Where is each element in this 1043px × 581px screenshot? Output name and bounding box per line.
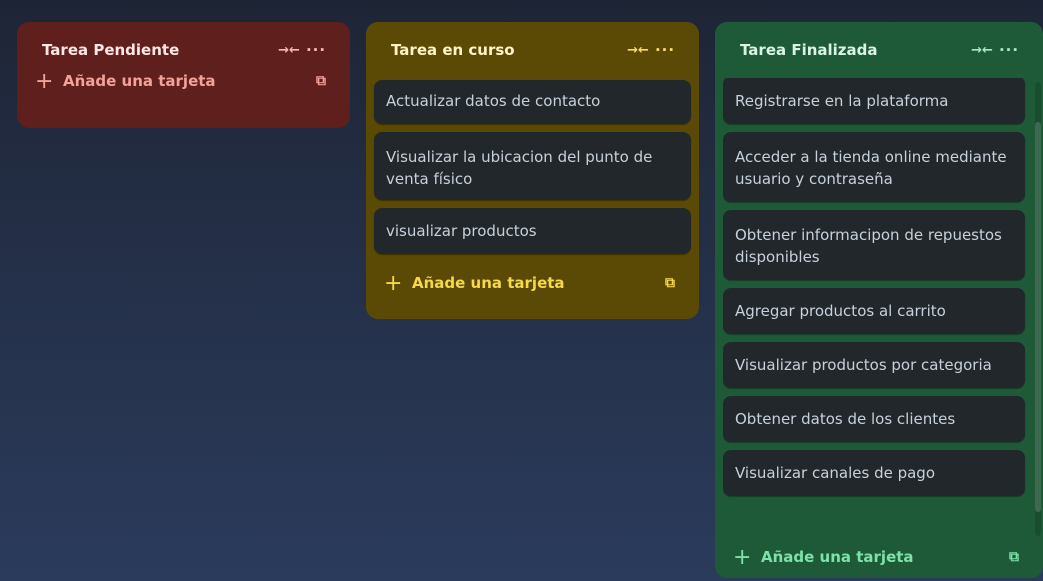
card[interactable]: Obtener informacipon de repuestos dispon…	[723, 210, 1025, 280]
card[interactable]: Registrarse en la plataforma	[723, 78, 1025, 124]
create-from-template-icon[interactable]: ⧉	[1003, 549, 1025, 565]
add-card-button[interactable]: + Añade una tarjeta ⧉	[723, 536, 1035, 578]
list-actions-icon[interactable]: ···	[995, 41, 1023, 59]
scrollbar-thumb[interactable]	[1035, 122, 1041, 512]
list-tarea-finalizada: Tarea Finalizada →← ··· Registrarse en l…	[715, 22, 1043, 578]
add-card-label: Añade una tarjeta	[63, 72, 216, 90]
card[interactable]: Visualizar canales de pago	[723, 450, 1025, 496]
plus-icon: +	[733, 544, 752, 570]
list-title[interactable]: Tarea Finalizada	[740, 41, 969, 59]
card[interactable]: Visualizar la ubicacion del punto de ven…	[374, 132, 691, 200]
list-tarea-en-curso: Tarea en curso →← ··· Actualizar datos d…	[366, 22, 699, 319]
list-header[interactable]: Tarea en curso →← ···	[374, 22, 691, 78]
create-from-template-icon[interactable]: ⧉	[310, 73, 332, 89]
cards-scroll-area[interactable]: Registrarse en la plataforma Acceder a l…	[723, 78, 1035, 532]
list-actions-icon[interactable]: ···	[302, 41, 330, 59]
plus-icon: +	[35, 68, 54, 94]
list-title[interactable]: Tarea en curso	[391, 41, 625, 59]
list-header[interactable]: Tarea Finalizada →← ···	[723, 22, 1035, 78]
card[interactable]: Actualizar datos de contacto	[374, 80, 691, 124]
card[interactable]: visualizar productos	[374, 208, 691, 254]
add-card-button[interactable]: + Añade una tarjeta ⧉	[374, 262, 691, 304]
list-title[interactable]: Tarea Pendiente	[42, 41, 276, 59]
list-actions-icon[interactable]: ···	[651, 41, 679, 59]
add-card-label: Añade una tarjeta	[412, 274, 565, 292]
plus-icon: +	[384, 270, 403, 296]
collapse-list-icon[interactable]: →←	[625, 43, 651, 58]
card[interactable]: Agregar productos al carrito	[723, 288, 1025, 334]
card[interactable]: Acceder a la tienda online mediante usua…	[723, 132, 1025, 202]
card[interactable]: Visualizar productos por categoria	[723, 342, 1025, 388]
collapse-list-icon[interactable]: →←	[276, 43, 302, 58]
card[interactable]: Obtener datos de los clientes	[723, 396, 1025, 442]
collapse-list-icon[interactable]: →←	[969, 43, 995, 58]
cards-container: Registrarse en la plataforma Acceder a l…	[723, 78, 1025, 504]
add-card-label: Añade una tarjeta	[761, 548, 914, 566]
add-card-button[interactable]: + Añade una tarjeta ⧉	[25, 60, 342, 102]
create-from-template-icon[interactable]: ⧉	[659, 275, 681, 291]
scrollbar[interactable]	[1035, 82, 1041, 536]
list-tarea-pendiente: Tarea Pendiente →← ··· + Añade una tarje…	[17, 22, 350, 128]
